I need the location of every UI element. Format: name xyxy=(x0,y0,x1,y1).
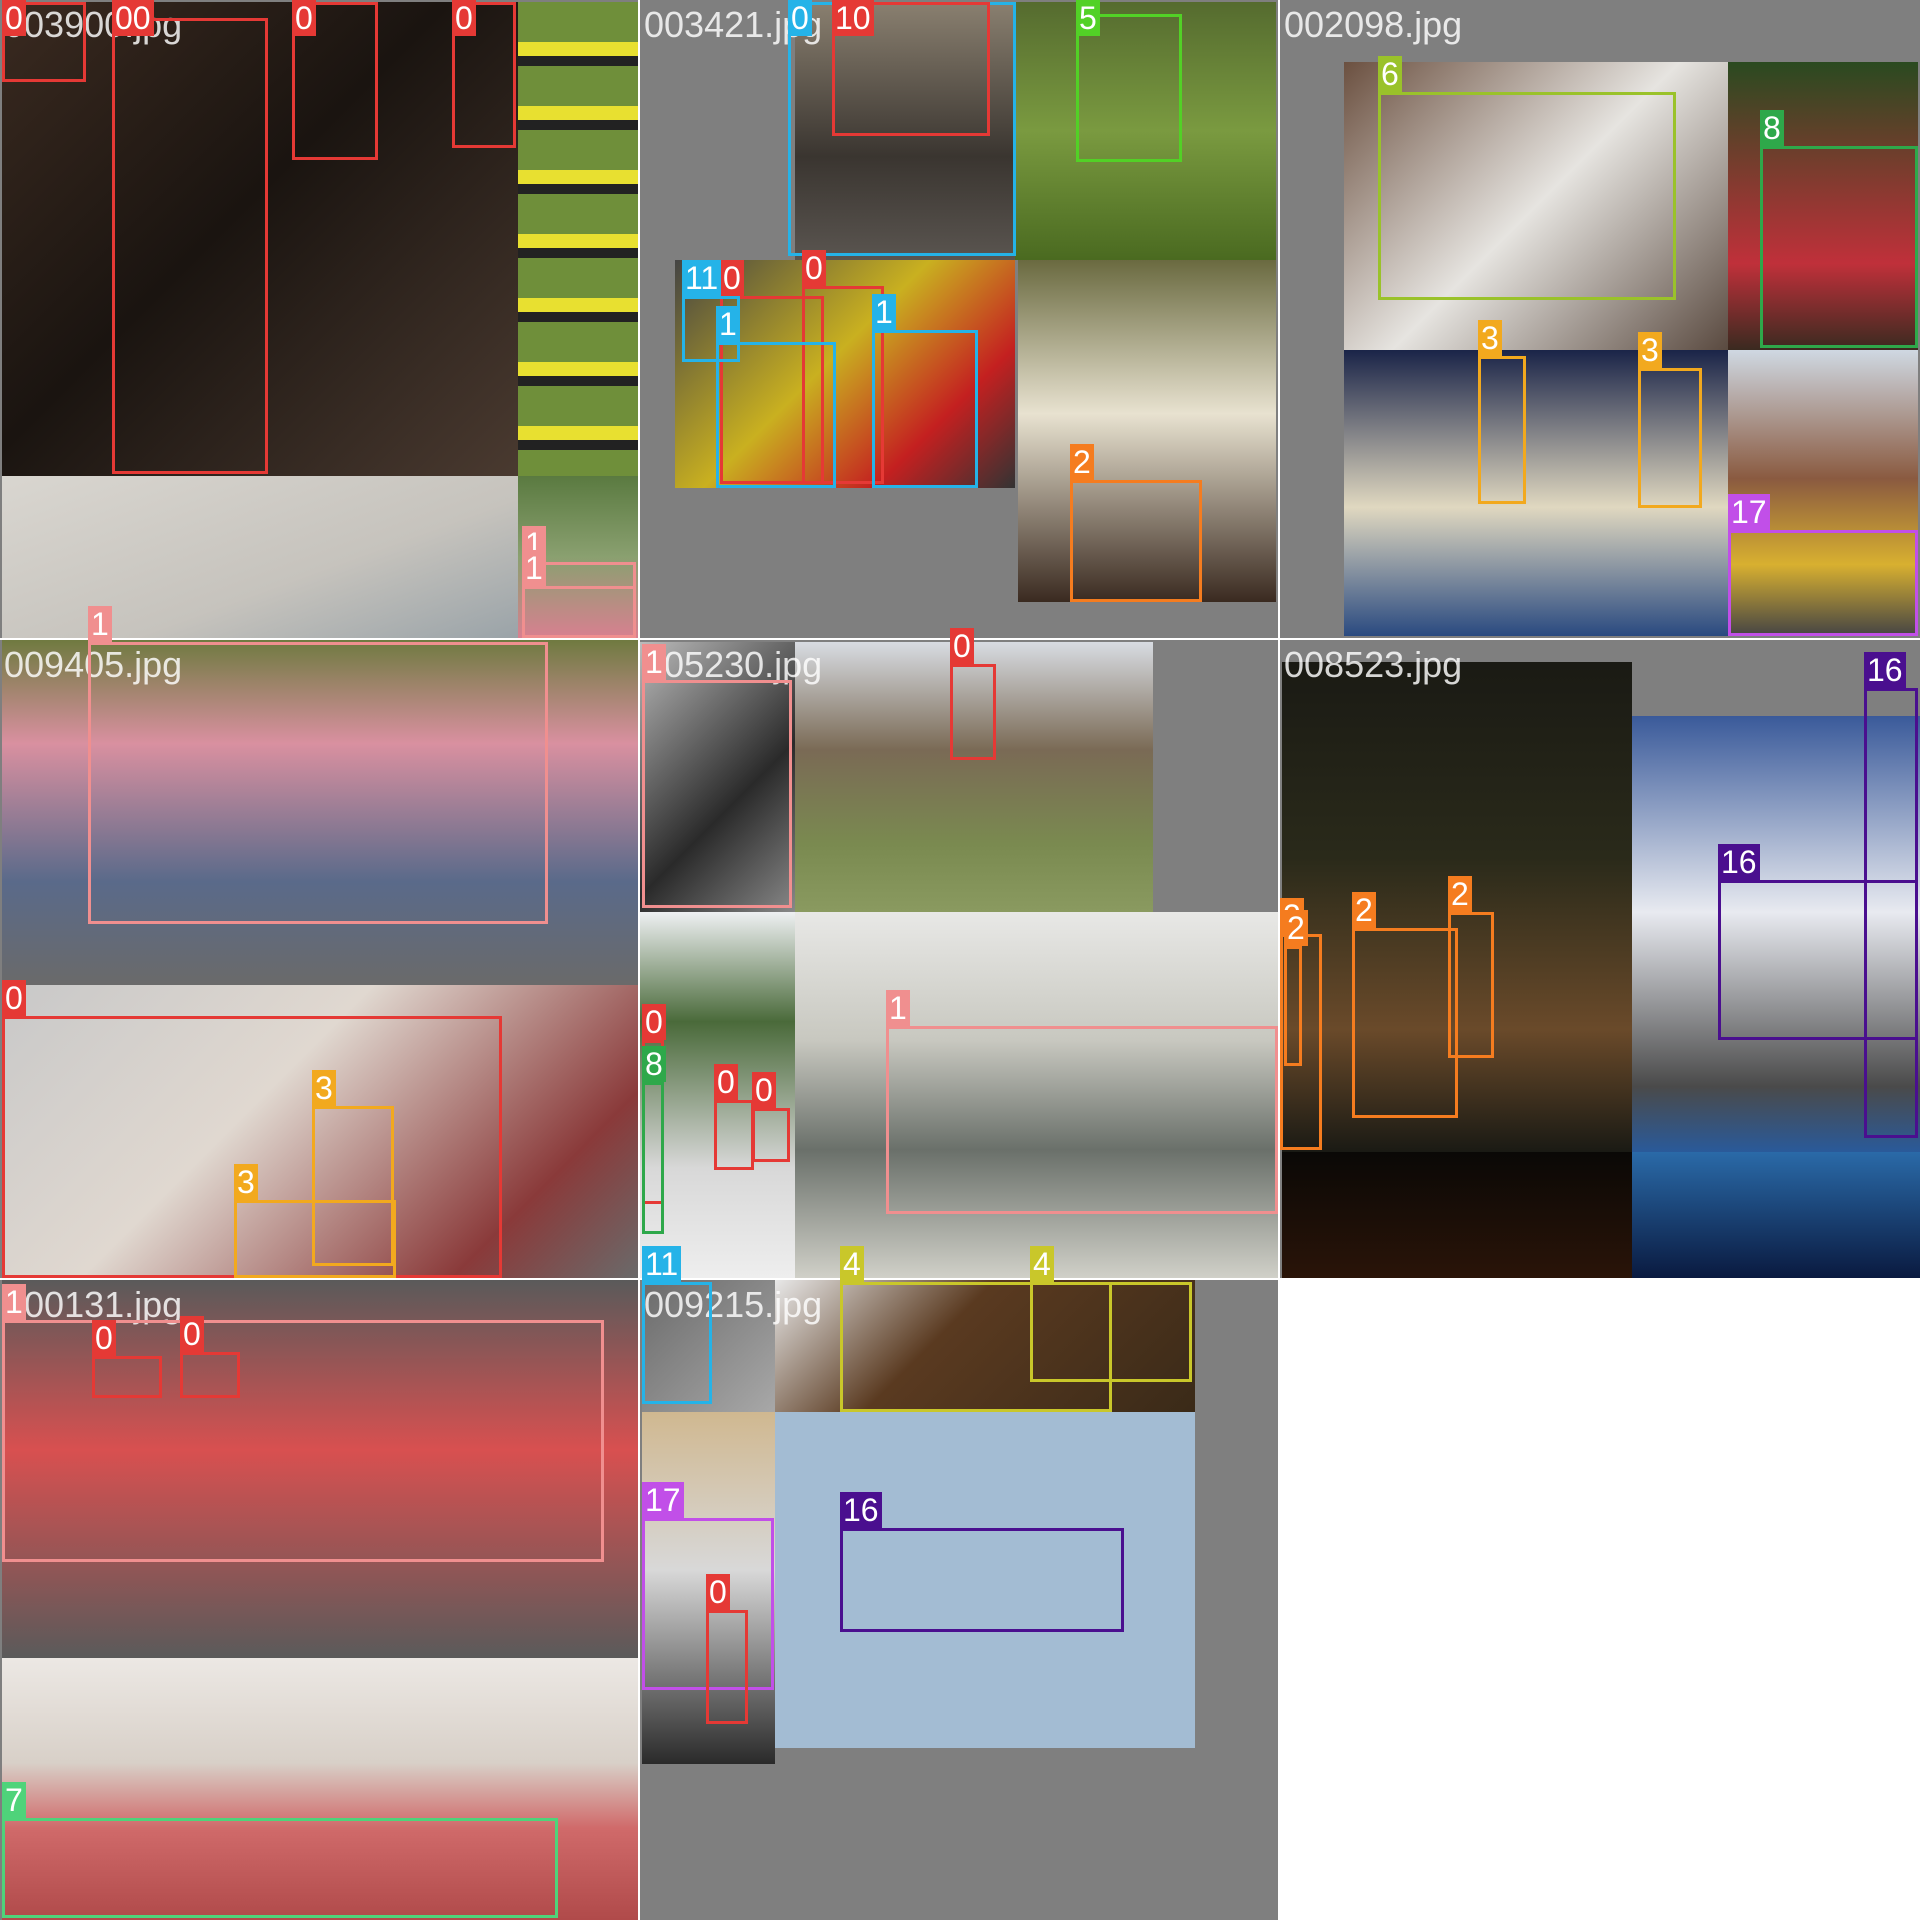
detection-box xyxy=(1030,1282,1192,1382)
detection-class-label: 4 xyxy=(1030,1246,1054,1282)
detection-box xyxy=(752,1108,790,1162)
detection-box xyxy=(1076,14,1182,162)
detection-class-label: 0 xyxy=(292,0,316,36)
detection-class-label: 8 xyxy=(642,1046,666,1082)
detection-class-label: 0 xyxy=(788,0,812,36)
detection-box xyxy=(716,342,836,488)
detection-class-label: 5 xyxy=(1076,0,1100,36)
detection-class-label: 1 xyxy=(522,550,546,586)
detection-class-label: 8 xyxy=(1760,110,1784,146)
detection-box xyxy=(872,330,978,488)
detection-class-label: 16 xyxy=(1718,844,1760,880)
detection-class-label: 2 xyxy=(1070,444,1094,480)
detection-box xyxy=(88,642,548,924)
detection-box xyxy=(1760,146,1918,348)
detection-class-label: 1 xyxy=(642,644,666,680)
detection-box xyxy=(234,1200,396,1278)
detection-class-label: 0 xyxy=(180,1316,204,1352)
detection-box xyxy=(1284,946,1302,1066)
detection-box xyxy=(714,1100,754,1170)
detection-box xyxy=(1378,92,1676,300)
detection-box xyxy=(1638,368,1702,508)
detection-class-label: 3 xyxy=(1638,332,1662,368)
detection-box xyxy=(642,680,792,908)
detection-class-label: 1 xyxy=(88,606,112,642)
detection-class-label: 2 xyxy=(1284,910,1308,946)
detection-class-label: 00 xyxy=(112,0,154,36)
tile-filename: 002098.jpg xyxy=(1284,4,1463,45)
detection-box xyxy=(1070,480,1202,602)
detection-class-label: 1 xyxy=(886,990,910,1026)
detection-class-label: 0 xyxy=(2,980,26,1016)
detection-class-label: 0 xyxy=(642,1004,666,1040)
detection-class-label: 0 xyxy=(92,1320,116,1356)
detection-box xyxy=(92,1356,162,1398)
tile-filename: 008523.jpg xyxy=(1284,644,1463,685)
detection-class-label: 16 xyxy=(1864,652,1906,688)
detection-box xyxy=(642,1282,712,1404)
detection-box xyxy=(2,1818,558,1918)
detection-overlay: 0000011010500111126833171033100800122221… xyxy=(0,0,1920,1920)
detection-class-label: 0 xyxy=(2,0,26,36)
detection-class-label: 0 xyxy=(714,1064,738,1100)
detection-box xyxy=(1352,928,1458,1118)
detection-class-label: 0 xyxy=(802,250,826,286)
detection-box xyxy=(522,586,636,638)
detection-box xyxy=(886,1026,1278,1214)
detection-class-label: 0 xyxy=(706,1574,730,1610)
detection-class-label: 1 xyxy=(2,1284,26,1320)
detection-box xyxy=(1718,880,1918,1040)
detection-class-label: 4 xyxy=(840,1246,864,1282)
detection-class-label: 3 xyxy=(312,1070,336,1106)
detection-class-label: 11 xyxy=(642,1246,682,1282)
detection-class-label: 1 xyxy=(872,294,896,330)
detection-class-label: 2 xyxy=(1352,892,1376,928)
detection-box xyxy=(950,664,996,760)
detection-box xyxy=(642,1082,664,1234)
detection-class-label: 0 xyxy=(950,628,974,664)
detection-class-label: 10 xyxy=(832,0,874,36)
detection-box xyxy=(1728,530,1918,636)
detection-class-label: 17 xyxy=(1728,494,1770,530)
detection-class-label: 0 xyxy=(452,0,476,36)
detection-class-label: 0 xyxy=(720,260,744,296)
detection-class-label: 17 xyxy=(642,1482,684,1518)
detection-class-label: 16 xyxy=(840,1492,882,1528)
detection-class-label: 11 xyxy=(682,260,722,296)
detection-box xyxy=(1448,912,1494,1058)
detection-class-label: 3 xyxy=(234,1164,258,1200)
detection-class-label: 1 xyxy=(716,306,740,342)
detection-class-label: 6 xyxy=(1378,56,1402,92)
detection-class-label: 3 xyxy=(1478,320,1502,356)
detection-class-label: 0 xyxy=(752,1072,776,1108)
detection-box xyxy=(112,18,268,474)
detection-box xyxy=(706,1610,748,1724)
detection-class-label: 2 xyxy=(1448,876,1472,912)
detection-box xyxy=(1478,356,1526,504)
detection-class-label: 7 xyxy=(2,1782,26,1818)
detection-box xyxy=(840,1528,1124,1632)
detection-box xyxy=(180,1352,240,1398)
